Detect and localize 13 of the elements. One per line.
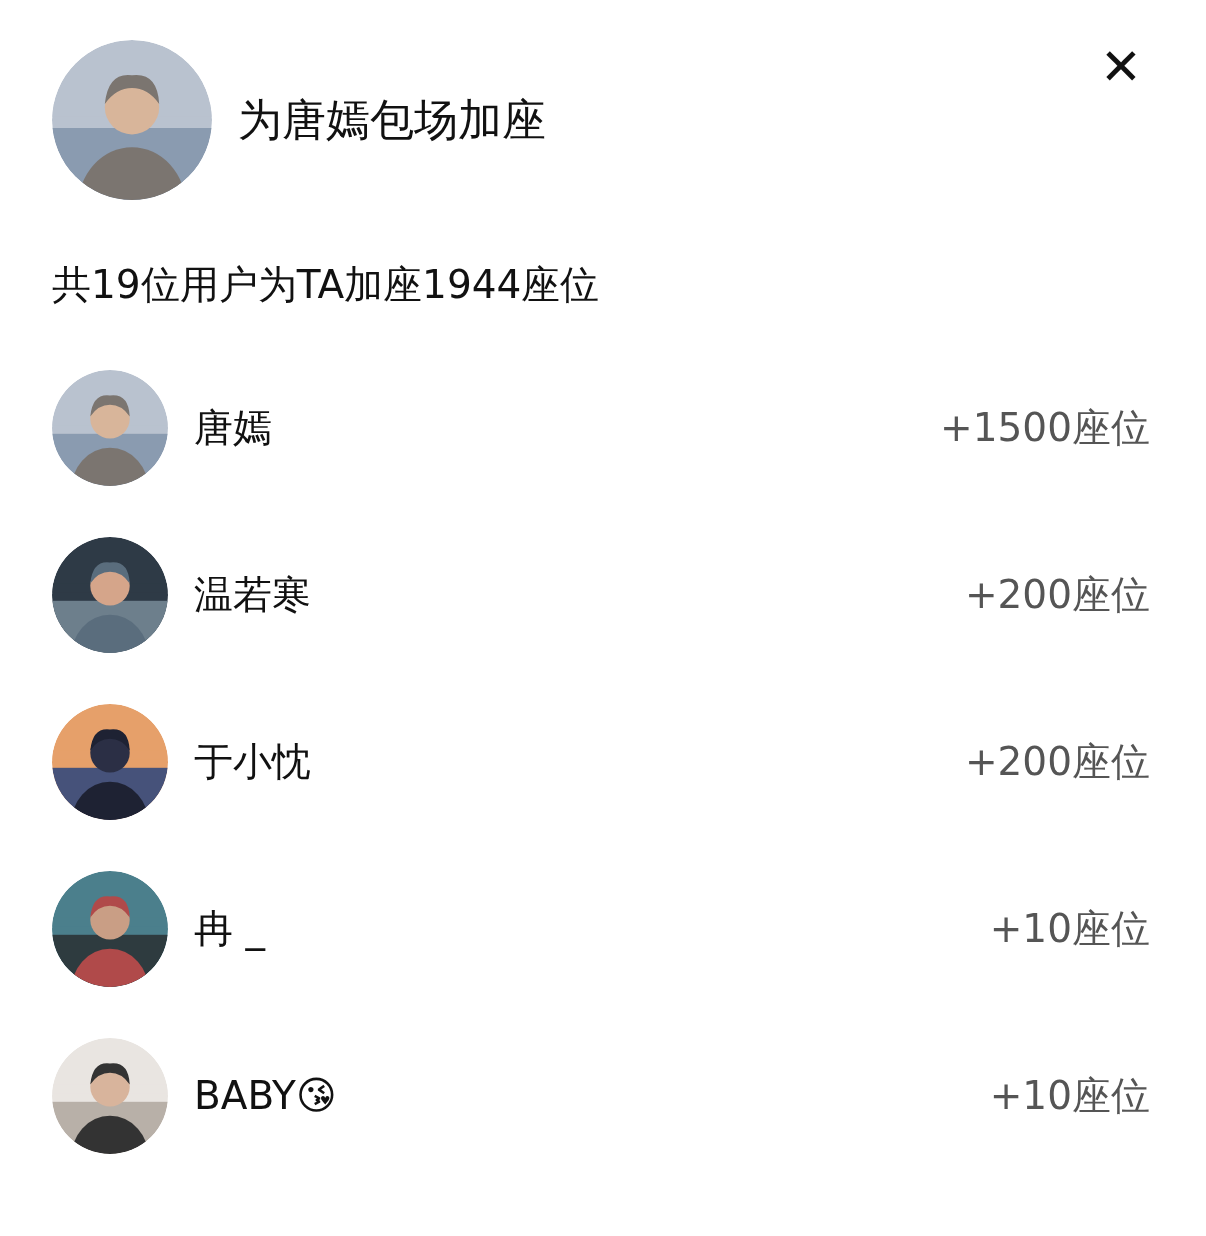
seat-count: +200座位 <box>964 570 1150 619</box>
user-name: 于小忱 <box>194 737 312 786</box>
user-name: 唐嫣 <box>194 403 273 452</box>
summary-text: 共19位用户为TA加座1944座位 <box>52 261 601 309</box>
seat-count: +10座位 <box>989 1071 1150 1120</box>
seat-count: +1500座位 <box>940 403 1150 452</box>
title: 为唐嫣包场加座 <box>238 92 546 147</box>
user-name: 温若寒 <box>194 570 312 619</box>
close-button[interactable]: ✕ <box>1100 42 1142 92</box>
seat-count: +10座位 <box>989 904 1150 953</box>
user-name: 冉 _ <box>194 904 267 953</box>
seat-count: +200座位 <box>964 737 1150 786</box>
user-name: BABY😘 <box>194 1073 338 1118</box>
